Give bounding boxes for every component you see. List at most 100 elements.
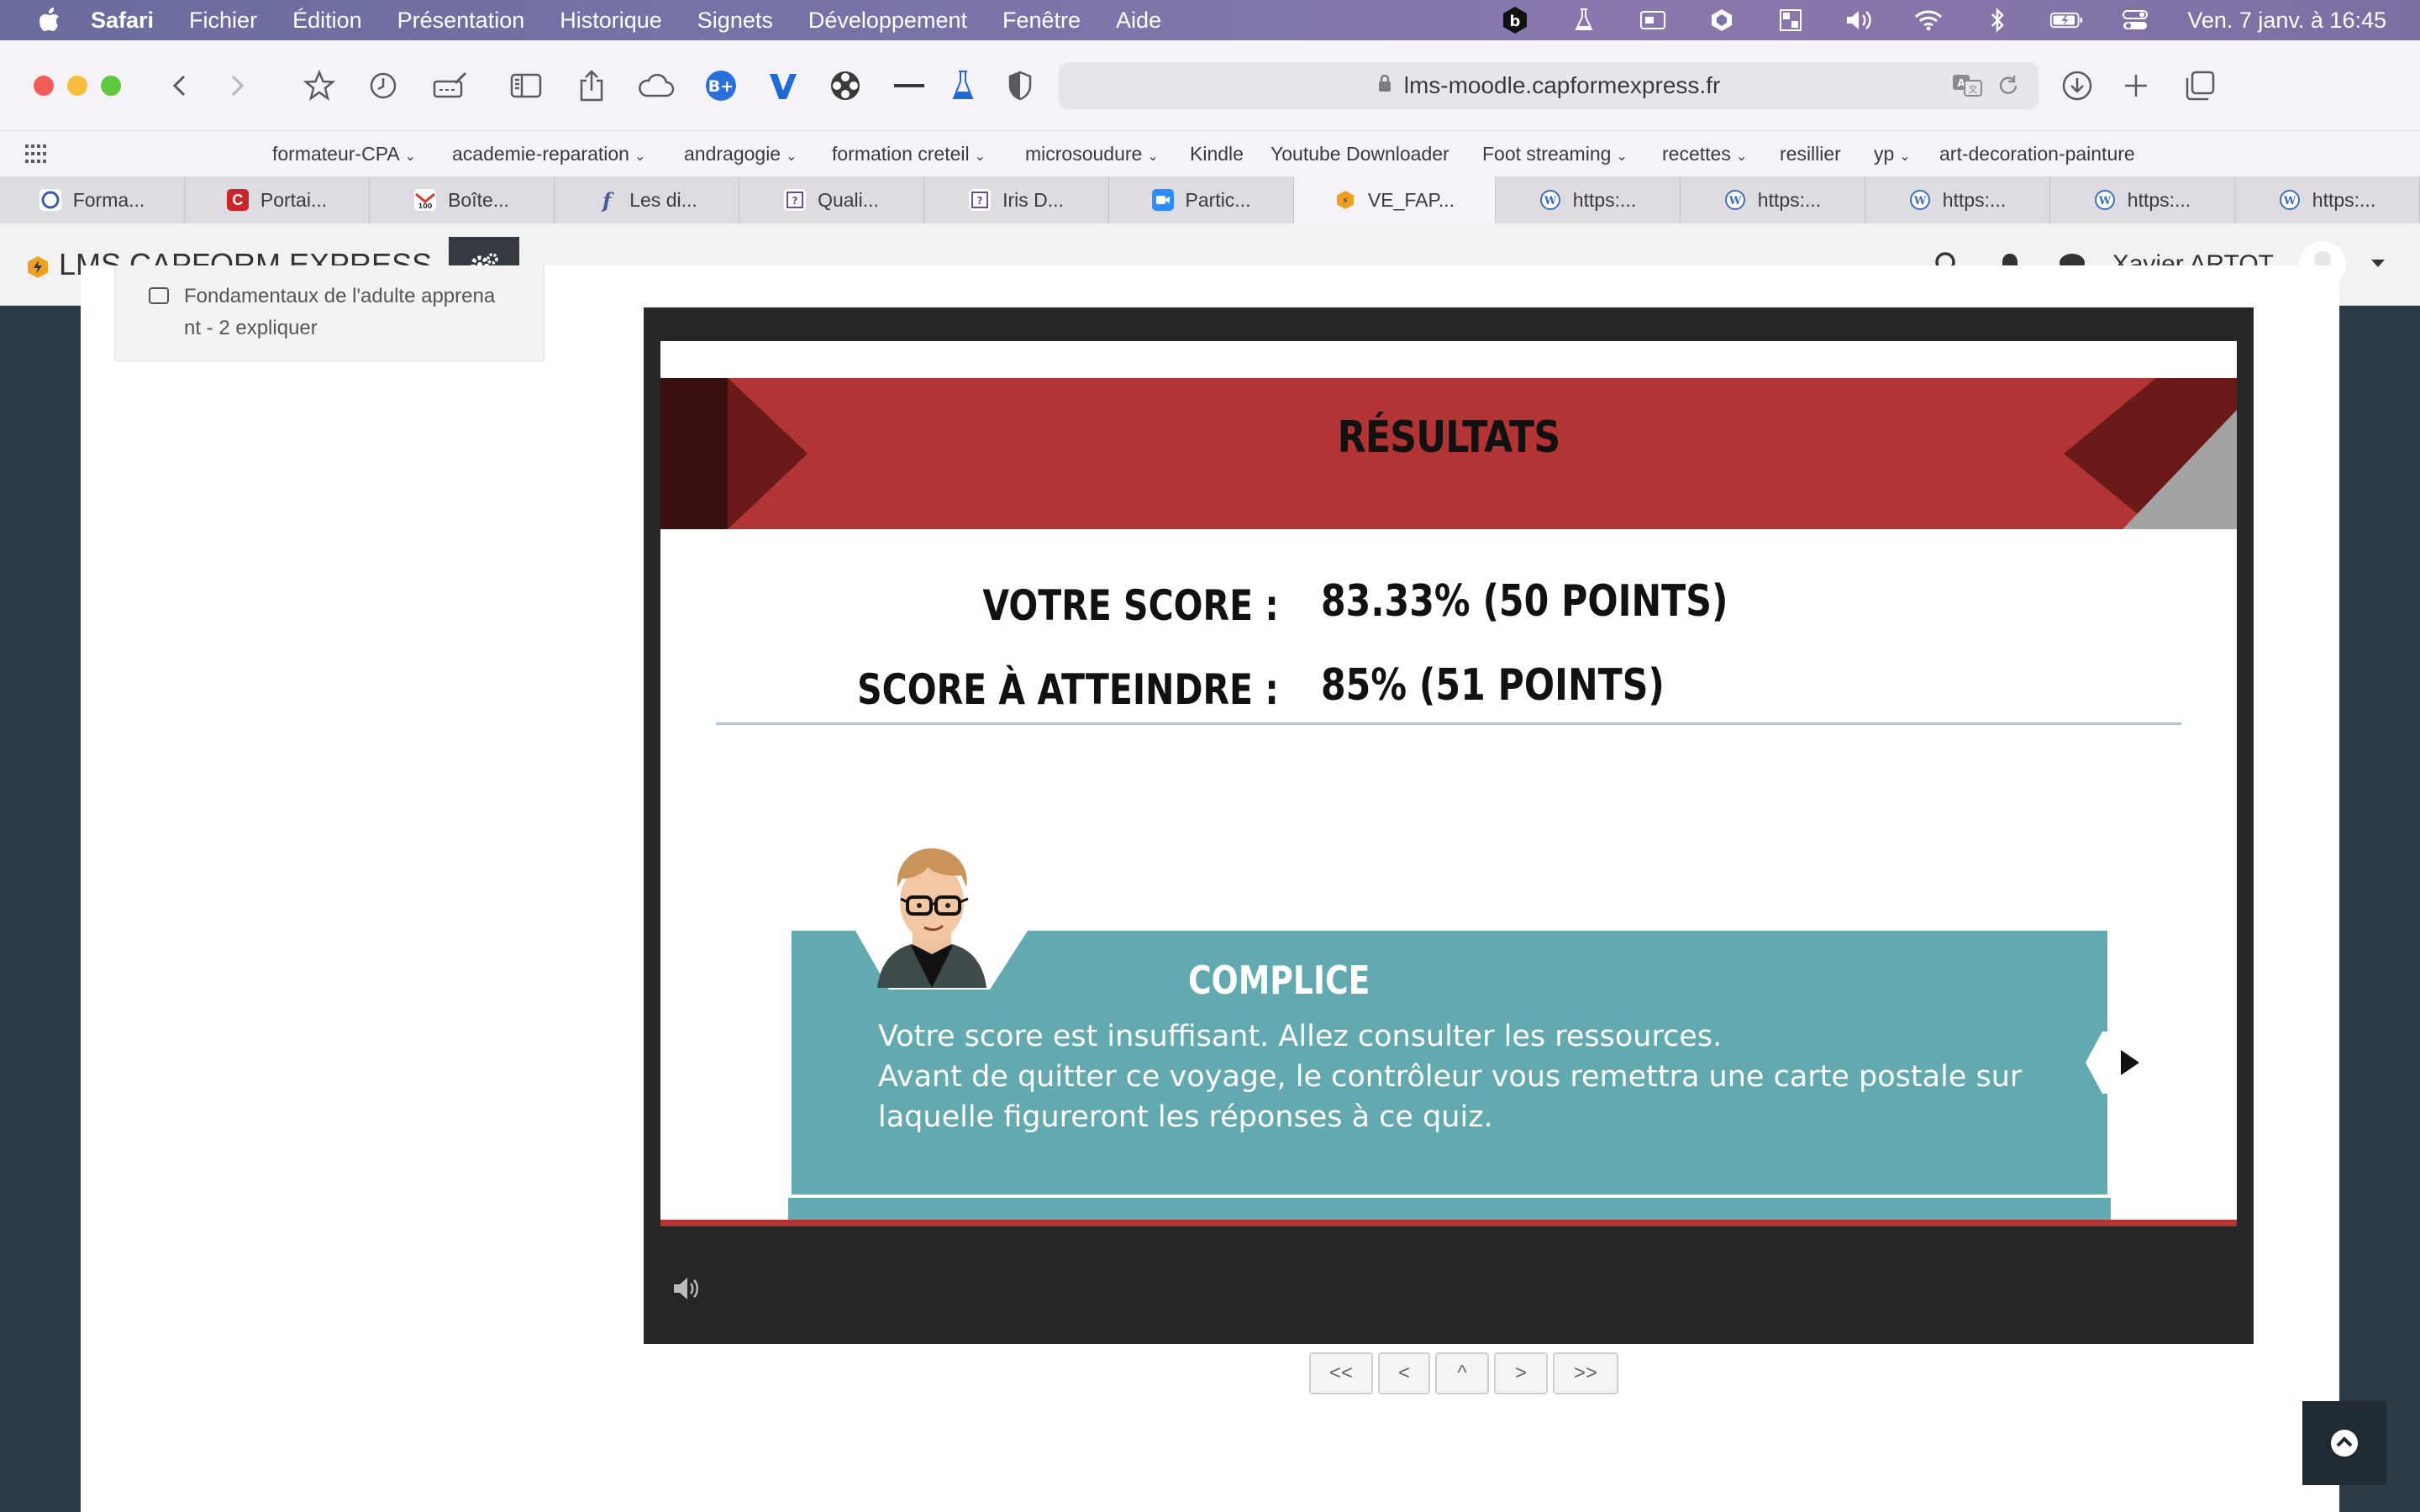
menu-aide[interactable]: Aide bbox=[1116, 8, 1161, 34]
volume-status-icon[interactable] bbox=[1843, 7, 1876, 34]
back-to-top-button[interactable] bbox=[2302, 1401, 2386, 1485]
wordpress-icon: W bbox=[2279, 189, 2301, 211]
menu-edition[interactable]: Édition bbox=[292, 8, 362, 34]
cloud-icon[interactable] bbox=[635, 66, 676, 106]
first-page-button[interactable]: << bbox=[1309, 1352, 1373, 1394]
bplus-extension-icon[interactable]: B+ bbox=[701, 66, 741, 106]
history-clock-icon[interactable] bbox=[363, 66, 403, 106]
shield-extension-icon[interactable] bbox=[1000, 66, 1040, 106]
tab-portail[interactable]: C Portai... bbox=[185, 176, 370, 223]
wifi-status-icon[interactable] bbox=[1912, 7, 1945, 34]
hex-status-icon[interactable] bbox=[1705, 7, 1739, 34]
feedback-title: COMPLICE bbox=[1188, 958, 1370, 1003]
v-extension-icon[interactable] bbox=[763, 66, 803, 106]
next-page-button[interactable]: > bbox=[1494, 1352, 1548, 1394]
tab-https-4[interactable]: W https:... bbox=[2050, 176, 2235, 223]
reload-icon[interactable] bbox=[1996, 74, 2020, 103]
close-window-button[interactable] bbox=[34, 76, 54, 96]
downloads-icon[interactable] bbox=[2057, 66, 2097, 106]
quiz-result-slide: RÉSULTATS VOTRE SCORE : 83.33% (50 POINT… bbox=[660, 341, 2237, 1226]
next-slide-play-button[interactable] bbox=[2084, 1030, 2158, 1095]
tab-https-2[interactable]: W https:... bbox=[1681, 176, 1865, 223]
sidebar-toggle-icon[interactable] bbox=[506, 66, 546, 106]
score-value: 83.33% (50 POINTS) bbox=[1321, 576, 1728, 627]
menu-signets[interactable]: Signets bbox=[697, 8, 773, 34]
apple-menu-icon[interactable] bbox=[37, 6, 62, 34]
tab-formation[interactable]: Forma... bbox=[0, 176, 185, 223]
forward-arrow-icon[interactable] bbox=[217, 66, 257, 106]
bitwarden-status-icon[interactable]: b bbox=[1498, 7, 1532, 34]
menu-fenetre[interactable]: Fenêtre bbox=[1002, 8, 1081, 34]
previous-page-button[interactable]: < bbox=[1378, 1352, 1430, 1394]
favorite-recettes[interactable]: recettes ⌄ bbox=[1662, 143, 1747, 165]
tab-ve-fap-active[interactable]: ⚡ VE_FAP... bbox=[1294, 176, 1496, 223]
last-page-button[interactable]: >> bbox=[1553, 1352, 1618, 1394]
favorite-resillier[interactable]: resillier bbox=[1780, 143, 1841, 165]
translate-icon[interactable]: A文 bbox=[1951, 72, 1983, 103]
control-center-icon[interactable] bbox=[2118, 7, 2152, 34]
tab-https-3[interactable]: W https:... bbox=[1865, 176, 2050, 223]
minimize-window-button[interactable] bbox=[67, 76, 87, 96]
course-index-item[interactable]: Fondamentaux de l'adulte apprena nt - 2 … bbox=[114, 265, 544, 361]
bluetooth-status-icon[interactable] bbox=[1981, 7, 2014, 34]
sound-icon[interactable] bbox=[669, 1272, 702, 1305]
annotate-icon[interactable] bbox=[430, 66, 471, 106]
user-menu-caret-icon[interactable] bbox=[2370, 257, 2386, 273]
menu-historique[interactable]: Historique bbox=[560, 8, 662, 34]
url-text[interactable]: lms-moodle.capformexpress.fr bbox=[1404, 72, 1721, 99]
character-avatar-icon bbox=[877, 848, 986, 988]
completion-checkbox[interactable] bbox=[149, 287, 169, 304]
tab-https-1[interactable]: W https:... bbox=[1496, 176, 1681, 223]
new-tab-plus-icon[interactable] bbox=[2116, 66, 2156, 106]
svg-text:W: W bbox=[1728, 195, 1741, 207]
grid-apps-icon[interactable] bbox=[25, 144, 47, 168]
favorite-kindle[interactable]: Kindle bbox=[1190, 143, 1244, 165]
tab-https-5[interactable]: W https:... bbox=[2235, 176, 2420, 223]
favorite-academie-reparation[interactable]: academie-reparation ⌄ bbox=[452, 143, 645, 165]
wordpress-icon: W bbox=[1909, 189, 1931, 211]
mail-icon: 100 bbox=[414, 189, 437, 211]
menubar-clock[interactable]: Ven. 7 janv. à 16:45 bbox=[2187, 8, 2386, 34]
slide-bottom-strip bbox=[660, 1220, 2237, 1226]
tab-quali[interactable]: ? Quali... bbox=[739, 176, 924, 223]
dash-extension-icon[interactable] bbox=[889, 66, 929, 106]
favorite-yp[interactable]: yp ⌄ bbox=[1874, 143, 1911, 165]
favorite-andragogie[interactable]: andragogie ⌄ bbox=[684, 143, 797, 165]
tab-label: Les di... bbox=[629, 188, 697, 211]
star-icon[interactable] bbox=[299, 66, 339, 106]
menu-fichier[interactable]: Fichier bbox=[189, 8, 257, 34]
tab-label: https:... bbox=[1942, 188, 2007, 211]
favorite-art-decoration-painture[interactable]: art-decoration-painture bbox=[1939, 143, 2135, 165]
tab-partic[interactable]: Partic... bbox=[1109, 176, 1294, 223]
safari-toolbar: B+ lms-moodle.capformexpress.fr A文 bbox=[0, 40, 2420, 131]
chevron-down-icon: ⌄ bbox=[1735, 150, 1748, 164]
flask-status-icon[interactable] bbox=[1567, 7, 1601, 34]
address-bar[interactable]: lms-moodle.capformexpress.fr A文 bbox=[1059, 62, 2039, 109]
menu-app-name[interactable]: Safari bbox=[91, 8, 154, 34]
back-arrow-icon[interactable] bbox=[160, 66, 200, 106]
tab-overview-icon[interactable] bbox=[2180, 66, 2220, 106]
chevron-down-icon: ⌄ bbox=[404, 150, 417, 164]
favorite-microsoudure[interactable]: microsoudure ⌄ bbox=[1025, 143, 1159, 165]
moodle-icon: ⚡ bbox=[1334, 189, 1356, 211]
favorite-youtube-downloader[interactable]: Youtube Downloader bbox=[1270, 143, 1449, 165]
chevron-down-icon: ⌄ bbox=[634, 150, 646, 164]
tab-boite[interactable]: 100 Boîte... bbox=[370, 176, 555, 223]
battery-status-icon[interactable] bbox=[2049, 7, 2083, 34]
layout-status-icon[interactable] bbox=[1774, 7, 1807, 34]
menu-developpement[interactable]: Développement bbox=[808, 8, 967, 34]
favorite-formation-creteil[interactable]: formation creteil ⌄ bbox=[832, 143, 986, 165]
tab-les-di[interactable]: f Les di... bbox=[555, 176, 739, 223]
zoom-window-button[interactable] bbox=[101, 76, 121, 96]
menu-presentation[interactable]: Présentation bbox=[397, 8, 525, 34]
tab-label: https:... bbox=[2127, 188, 2191, 211]
flask-extension-icon[interactable] bbox=[943, 66, 983, 106]
tab-iris[interactable]: ? Iris D... bbox=[924, 176, 1109, 223]
card-status-icon[interactable] bbox=[1636, 7, 1670, 34]
wordpress-icon: W bbox=[1539, 189, 1561, 211]
favorite-formateur-cpa[interactable]: formateur-CPA ⌄ bbox=[272, 143, 416, 165]
share-icon[interactable] bbox=[571, 66, 612, 106]
favorite-foot-streaming[interactable]: Foot streaming ⌄ bbox=[1482, 143, 1628, 165]
puzzle-extension-icon[interactable] bbox=[825, 66, 865, 106]
up-toc-button[interactable]: ^ bbox=[1435, 1352, 1489, 1394]
